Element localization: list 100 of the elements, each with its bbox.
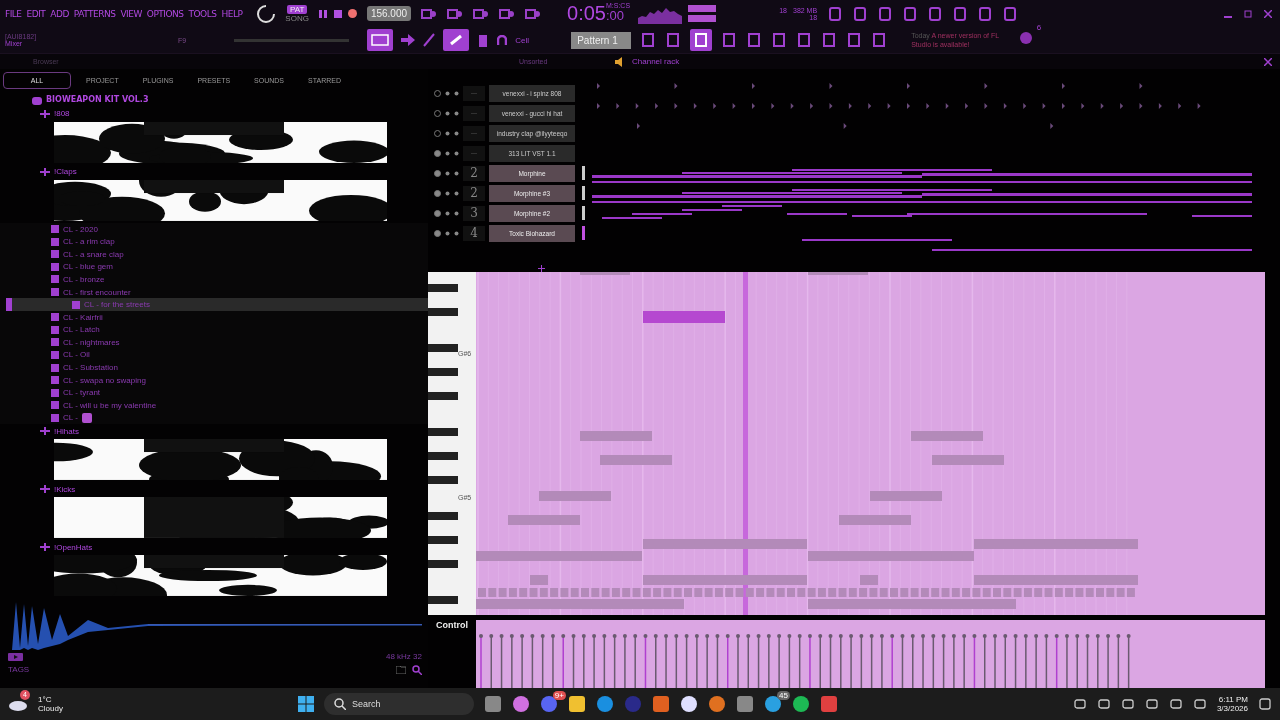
file-name: CL - Oil	[63, 350, 90, 360]
mixer-track-number[interactable]: 3	[463, 205, 485, 221]
file-name: CL - for the streets	[84, 300, 150, 310]
tags-label[interactable]: TAGS	[8, 665, 30, 674]
file-row[interactable]: CL - blue gem	[0, 260, 428, 274]
menu-item[interactable]: VIEW	[120, 8, 142, 19]
news-count: 6	[1036, 23, 1042, 32]
menu-item[interactable]: OPTIONS	[146, 8, 184, 19]
file-row[interactable]: CL - will u be my valentine	[0, 399, 428, 412]
pan-knob-icon[interactable]	[445, 230, 450, 236]
file-row[interactable]: CL - bronze	[0, 273, 428, 286]
channel-rack-title: Channel rack	[632, 57, 680, 66]
volume-knob-icon[interactable]	[454, 90, 459, 96]
notification-badge: 9+	[552, 691, 566, 700]
windows-start-icon[interactable]	[297, 696, 314, 712]
file-row[interactable]: CL -	[0, 411, 428, 425]
stop-icon[interactable]	[333, 9, 342, 18]
song-time: 0:05	[567, 2, 606, 25]
channel-led[interactable]	[434, 229, 441, 237]
file-name: CL - Substation	[63, 363, 118, 373]
volume-knob-icon[interactable]	[454, 130, 459, 136]
channel-led[interactable]	[434, 209, 441, 217]
notification-badge: 45	[777, 691, 790, 700]
pattern-selector[interactable]: Pattern 1	[571, 31, 632, 49]
volume-knob-icon[interactable]	[454, 110, 459, 116]
pan-knob-icon[interactable]	[445, 210, 450, 216]
file-row[interactable]: CL - a rim clap	[0, 235, 428, 248]
pan-knob-icon[interactable]	[445, 150, 450, 156]
play-icon[interactable]	[8, 652, 23, 661]
file-name: CL - blue gem	[63, 262, 113, 272]
file-name: CL -	[63, 413, 78, 423]
mixer-track-number[interactable]: 2	[463, 185, 485, 201]
file-name: CL - first encounter	[63, 287, 131, 297]
close-icon[interactable]	[1264, 57, 1272, 66]
search-icon[interactable]	[412, 664, 422, 675]
brush-icon[interactable]	[423, 33, 436, 47]
mode-toggle[interactable]: PAT	[286, 4, 308, 14]
file-row[interactable]: CL - 2020	[0, 222, 428, 236]
pan-knob-icon[interactable]	[445, 190, 450, 196]
arrow-icon[interactable]	[401, 34, 416, 46]
control-lane-label[interactable]: Control	[428, 620, 476, 688]
menu-item[interactable]: FILE	[5, 8, 22, 19]
close-icon[interactable]	[1264, 9, 1272, 18]
volume-knob-icon[interactable]	[454, 170, 459, 176]
file-row[interactable]: CL - a snare clap	[0, 247, 428, 261]
channel-led[interactable]	[434, 169, 441, 177]
menu-item[interactable]: ADD	[50, 8, 69, 19]
mode-toggle[interactable]: SONG	[282, 13, 312, 23]
add-icon[interactable]	[538, 265, 545, 272]
file-row[interactable]: CL - swapa no swaping	[0, 373, 428, 387]
knob-icon[interactable]	[256, 3, 277, 24]
search-field[interactable]: Search	[323, 693, 474, 715]
app-icon[interactable]	[679, 695, 698, 713]
file-row[interactable]: CL - Substation	[0, 361, 428, 374]
pan-knob-icon[interactable]	[445, 110, 450, 116]
file-row[interactable]: CL - Kairfrii	[0, 310, 428, 324]
folder-name[interactable]: !Claps	[54, 167, 77, 177]
pause-icon[interactable]	[317, 8, 328, 19]
file-row[interactable]: CL - first encounter	[0, 285, 428, 299]
folder-name[interactable]: !Kicks	[54, 484, 76, 494]
restore-icon[interactable]	[1244, 9, 1252, 18]
file-name: CL - a snare clap	[63, 249, 124, 259]
mixer-track-number[interactable]: 4	[463, 225, 485, 241]
menu-item[interactable]: PATTERNS	[73, 8, 116, 19]
folder-name[interactable]: BIOWEAPON KIT VOL.3	[46, 94, 149, 104]
menu-item[interactable]: HELP	[221, 8, 243, 19]
mixer-track-number[interactable]: 2	[463, 165, 485, 181]
folder-name[interactable]: !808	[54, 109, 70, 119]
menu-item[interactable]: EDIT	[26, 8, 46, 19]
folder-name[interactable]: !Hihats	[54, 426, 79, 436]
clock-time[interactable]: 6:11 PM	[1218, 695, 1248, 704]
file-row[interactable]: CL - nightmares	[0, 336, 428, 349]
app-icon[interactable]	[567, 695, 586, 713]
globe-icon[interactable]	[1019, 31, 1034, 45]
menu-item[interactable]: TOOLS	[188, 8, 217, 19]
file-row[interactable]: CL - Latch	[0, 323, 428, 337]
magnet-icon[interactable]	[497, 35, 508, 45]
volume-knob-icon[interactable]	[454, 230, 459, 236]
app-icon[interactable]	[791, 695, 810, 713]
pan-knob-icon[interactable]	[445, 170, 450, 176]
volume-knob-icon[interactable]	[454, 150, 459, 156]
folder-name[interactable]: !OpenHats	[54, 542, 93, 552]
channel-led[interactable]	[434, 189, 441, 197]
weather-condition: Cloudy	[38, 704, 63, 713]
volume-knob-icon[interactable]	[454, 210, 459, 216]
sample-info: 48 kHz 32	[385, 652, 422, 661]
emoji-icon	[81, 412, 92, 423]
file-name: CL - swapa no swaping	[63, 375, 146, 385]
app-icon[interactable]	[511, 695, 530, 713]
clock-date[interactable]: 3/3/2026	[1216, 704, 1248, 713]
channel-led[interactable]	[434, 149, 441, 157]
pan-knob-icon[interactable]	[445, 90, 450, 96]
file-row[interactable]: CL - tyrant	[0, 386, 428, 400]
pan-knob-icon[interactable]	[445, 130, 450, 136]
record-icon[interactable]	[347, 9, 357, 18]
volume-knob-icon[interactable]	[454, 190, 459, 196]
file-name: CL - 2020	[63, 224, 98, 234]
snap-selector[interactable]: Cell	[515, 35, 556, 45]
file-row[interactable]: CL - Oil	[0, 348, 428, 362]
tempo-field[interactable]: 156.000	[366, 6, 412, 21]
